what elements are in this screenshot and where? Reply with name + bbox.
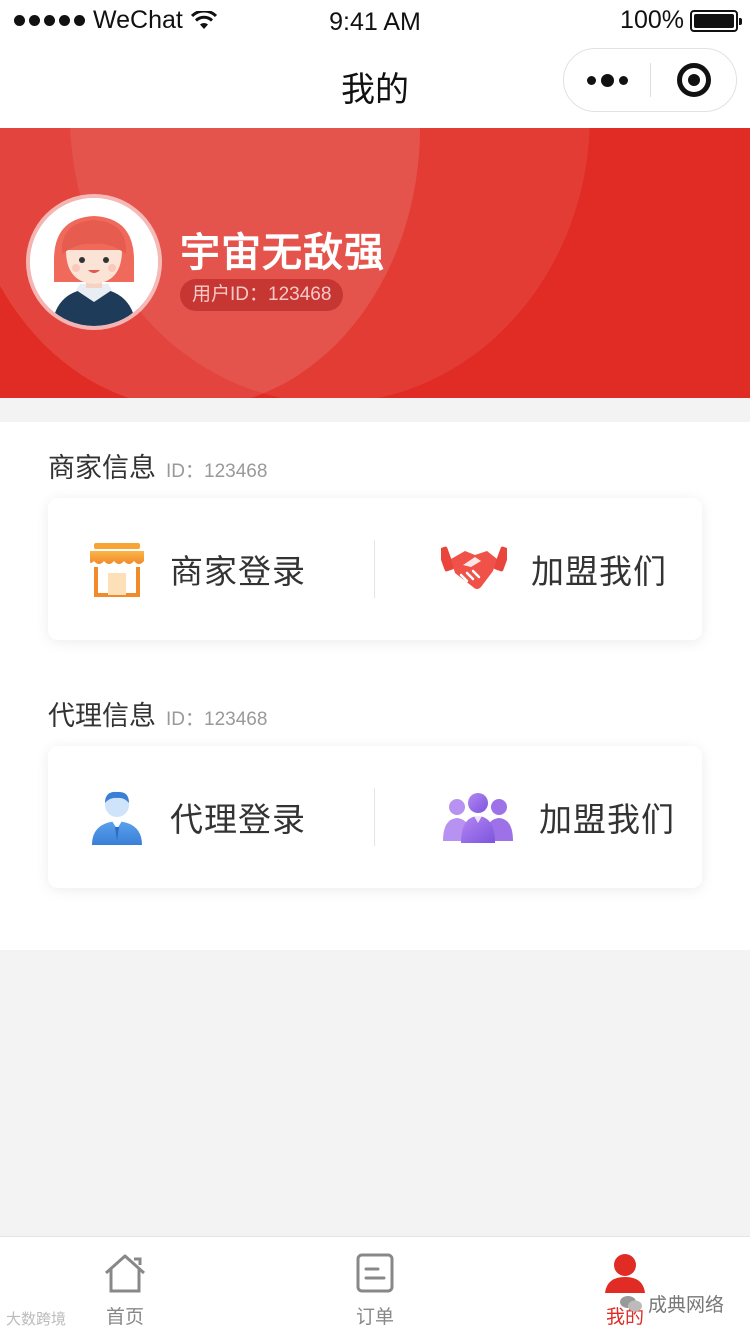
close-miniprogram-button[interactable] <box>651 49 737 111</box>
target-icon <box>677 63 711 97</box>
agent-id: ID：123468 <box>166 709 268 730</box>
more-button[interactable] <box>564 49 650 111</box>
order-icon <box>355 1253 395 1298</box>
tab-orders-label: 订单 <box>355 1307 394 1328</box>
watermark-left: 大数跨境 <box>6 1311 67 1328</box>
miniprogram-capsule <box>563 48 737 112</box>
agent-join-button[interactable]: 加盟我们 <box>375 746 702 888</box>
battery-percent: 100% <box>620 6 684 34</box>
agent-section-title: 代理信息 <box>48 701 156 731</box>
merchant-login-button[interactable]: 商家登录 <box>48 498 375 640</box>
agent-card: 代理登录 加盟我们 <box>48 746 702 888</box>
watermark-right-text: 成典网络 <box>648 1295 725 1316</box>
user-id-badge: 用户ID：123468 <box>180 279 344 311</box>
profile-header: 宇宙无敌强 用户ID：123468 <box>0 128 750 398</box>
merchant-card: 商家登录 加盟我们 <box>48 498 702 640</box>
status-right: 100% <box>620 6 742 35</box>
team-icon <box>441 791 515 843</box>
agent-login-label: 代理登录 <box>170 801 306 838</box>
handshake-icon <box>441 543 507 595</box>
main-content: 商家信息 ID：123468 商家登录 加盟我们 代理信息 ID：123468 … <box>0 422 750 950</box>
agent-login-button[interactable]: 代理登录 <box>48 746 375 888</box>
agent-section-header: 代理信息 ID：123468 <box>48 694 267 733</box>
store-icon <box>88 541 146 597</box>
merchant-section-header: 商家信息 ID：123468 <box>48 446 267 485</box>
tab-home-label: 首页 <box>105 1307 144 1328</box>
home-icon <box>102 1253 148 1298</box>
merchant-id: ID：123468 <box>166 461 268 482</box>
merchant-join-label: 加盟我们 <box>531 553 667 590</box>
merchant-section-title: 商家信息 <box>48 453 156 483</box>
agent-join-label: 加盟我们 <box>539 801 675 838</box>
status-bar: WeChat 9:41 AM 100% <box>0 0 750 40</box>
merchant-login-label: 商家登录 <box>170 553 306 590</box>
tab-mine[interactable]: 我的 <box>500 1237 750 1334</box>
user-name: 宇宙无敌强 <box>180 231 385 275</box>
watermark-right: 成典网络 <box>620 1290 724 1317</box>
wechat-logo-icon <box>620 1295 642 1313</box>
nav-bar: 我的 <box>0 40 750 128</box>
tab-orders[interactable]: 订单 <box>250 1237 500 1334</box>
agent-icon <box>88 789 146 845</box>
tab-bar: 首页 订单 我的 <box>0 1236 750 1334</box>
avatar[interactable] <box>30 198 158 326</box>
merchant-join-button[interactable]: 加盟我们 <box>375 498 702 640</box>
battery-icon <box>690 9 742 32</box>
